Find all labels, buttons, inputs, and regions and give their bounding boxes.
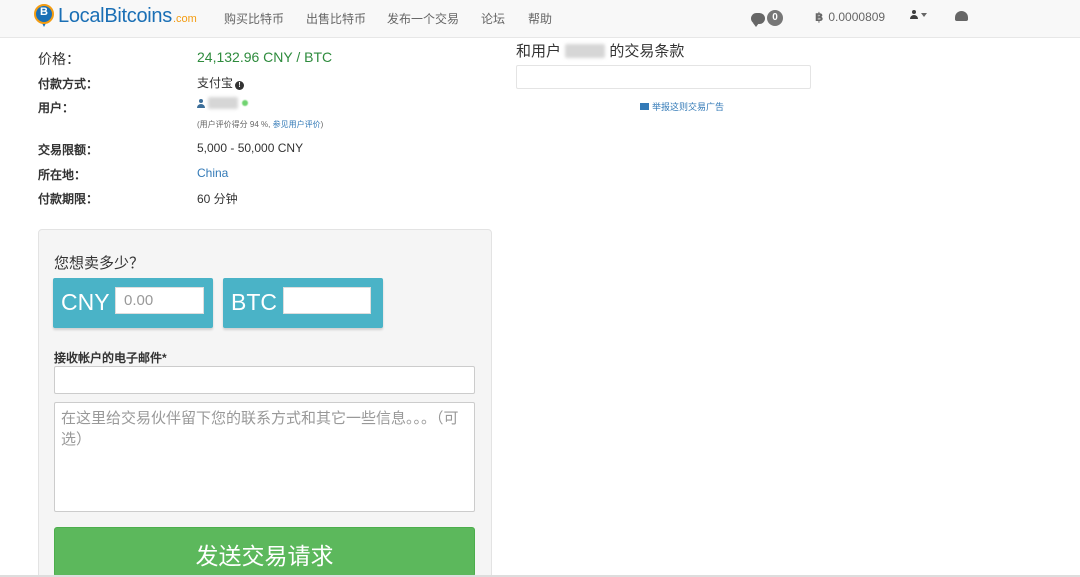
user-menu-button[interactable] bbox=[910, 10, 927, 19]
user-feedback-link[interactable]: 参见用户评价 bbox=[273, 120, 321, 129]
trade-limits-value: 5,000 - 50,000 CNY bbox=[197, 141, 304, 155]
message-textarea[interactable]: 在这里给交易伙伴留下您的联系方式和其它一些信息。。。（可选） bbox=[54, 402, 475, 512]
terms-title-suffix: 的交易条款 bbox=[609, 43, 685, 60]
user-label: 用户： bbox=[38, 101, 75, 115]
user-icon bbox=[910, 10, 918, 19]
nav-buy-bitcoins[interactable]: 购买比特币 bbox=[224, 10, 284, 27]
fiat-amount-input[interactable]: 0.00 bbox=[115, 287, 204, 314]
info-icon[interactable]: ! bbox=[235, 81, 245, 90]
dashboard-icon bbox=[955, 11, 968, 21]
brand-logo[interactable]: B LocalBitcoins .com bbox=[34, 4, 197, 28]
redacted-username bbox=[565, 44, 606, 58]
fiat-currency-label: CNY bbox=[61, 289, 110, 315]
email-input[interactable] bbox=[54, 366, 475, 394]
wallet-balance: 0.0000809 bbox=[828, 10, 886, 24]
btc-amount-box: BTC bbox=[223, 278, 383, 328]
email-label: 接收帐户的电子邮件* bbox=[54, 351, 167, 365]
payment-method-text: 支付宝 bbox=[197, 76, 234, 90]
location-label: 所在地： bbox=[38, 168, 87, 182]
top-navbar: B LocalBitcoins .com 购买比特币 出售比特币 发布一个交易 … bbox=[0, 0, 1080, 38]
report-ad-link[interactable]: 举报这则交易广告 bbox=[640, 100, 724, 113]
trade-limits-label: 交易限额： bbox=[38, 143, 99, 157]
nav-sell-bitcoins[interactable]: 出售比特币 bbox=[306, 10, 366, 27]
messages-button[interactable]: 0 bbox=[751, 10, 783, 27]
report-ad-text: 举报这则交易广告 bbox=[652, 102, 725, 112]
flag-icon bbox=[640, 103, 649, 110]
nav-forum[interactable]: 论坛 bbox=[481, 10, 505, 27]
location-link[interactable]: China bbox=[197, 166, 228, 180]
btc-amount-input[interactable] bbox=[283, 287, 371, 314]
chevron-down-icon bbox=[921, 12, 927, 17]
brand-name: LocalBitcoins bbox=[58, 4, 172, 27]
btc-currency-label: BTC bbox=[231, 289, 277, 315]
messages-badge: 0 bbox=[767, 10, 783, 26]
wallet-balance-button[interactable]: ฿ 0.0000809 bbox=[815, 10, 885, 24]
chat-bubble-icon bbox=[751, 12, 765, 27]
bitcoin-icon: ฿ bbox=[815, 10, 824, 24]
price-label: 价格： bbox=[38, 51, 80, 67]
user-rating-close: ) bbox=[320, 120, 324, 129]
send-trade-request-button[interactable]: 发送交易请求 bbox=[54, 527, 475, 577]
payment-method-label: 付款方式： bbox=[38, 77, 99, 91]
user-icon bbox=[197, 99, 205, 108]
terms-title-prefix: 和用户 bbox=[516, 43, 562, 60]
redacted-username bbox=[208, 97, 239, 109]
user-rating: (用户评价得分 94 %, 参见用户评价) bbox=[197, 119, 323, 130]
payment-window-label: 付款期限： bbox=[38, 192, 99, 206]
payment-method-value: 支付宝! bbox=[197, 74, 245, 91]
trade-terms-title: 和用户 的交易条款 bbox=[516, 40, 684, 61]
online-status-icon bbox=[241, 100, 248, 106]
nav-post-trade[interactable]: 发布一个交易 bbox=[387, 10, 459, 27]
price-value: 24,132.96 CNY / BTC bbox=[197, 49, 333, 65]
dashboard-button[interactable] bbox=[955, 11, 968, 21]
payment-window-value: 60 分钟 bbox=[197, 192, 238, 206]
sell-amount-question: 您想卖多少？ bbox=[54, 255, 145, 272]
nav-help[interactable]: 帮助 bbox=[528, 10, 552, 27]
brand-suffix: .com bbox=[172, 13, 197, 25]
user-link[interactable] bbox=[197, 96, 248, 110]
user-rating-text: (用户评价得分 94 %, bbox=[197, 120, 273, 129]
bitcoin-pin-icon: B bbox=[34, 4, 54, 28]
fiat-amount-box: CNY 0.00 bbox=[53, 278, 213, 328]
trade-terms-box bbox=[516, 65, 811, 89]
